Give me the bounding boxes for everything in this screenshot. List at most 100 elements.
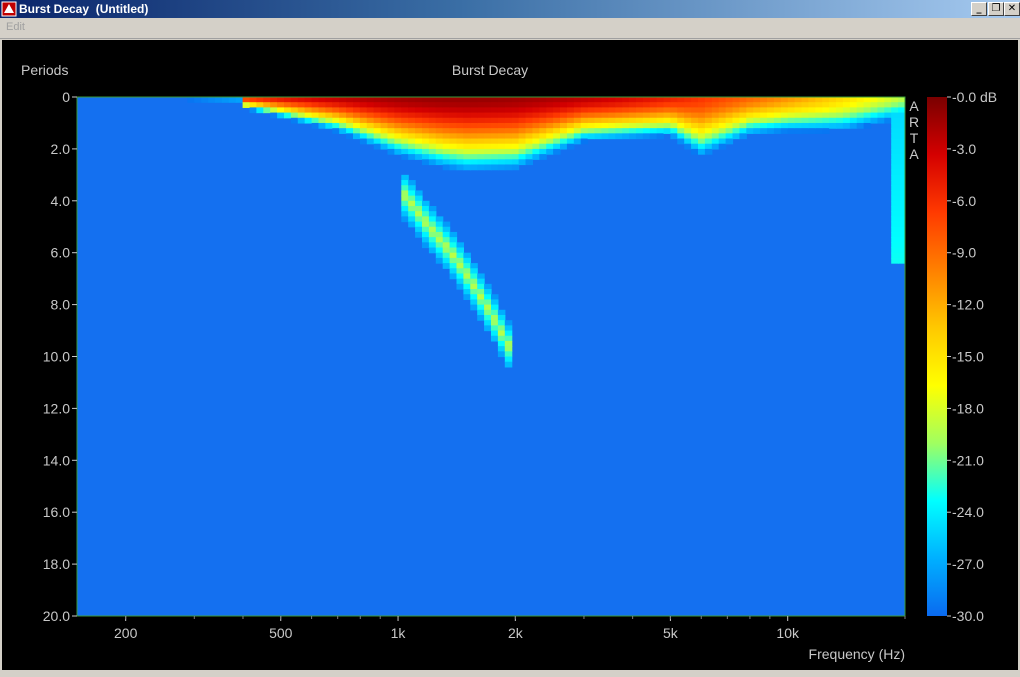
heatmap-cell bbox=[698, 107, 706, 114]
heatmap-cell bbox=[456, 263, 464, 269]
heatmap-cell bbox=[325, 112, 333, 119]
y-tick-label: 4.0 bbox=[51, 193, 71, 209]
heatmap-cell bbox=[449, 128, 458, 134]
heatmap-cell bbox=[698, 133, 706, 140]
heatmap-cell bbox=[691, 117, 699, 124]
heatmap-cell bbox=[394, 97, 402, 103]
heatmap-cell bbox=[470, 159, 478, 166]
heatmap-cell bbox=[532, 117, 540, 124]
heatmap-cell bbox=[629, 117, 637, 124]
heatmap-cell bbox=[891, 112, 899, 119]
heatmap-cell bbox=[553, 133, 561, 140]
heatmap-cell bbox=[477, 143, 485, 150]
heatmap-cell bbox=[891, 195, 899, 202]
heatmap-cell bbox=[732, 128, 740, 134]
heatmap-cell bbox=[691, 112, 699, 119]
heatmap-cell bbox=[677, 102, 685, 108]
heatmap-cell bbox=[649, 107, 658, 114]
heatmap-cell bbox=[491, 107, 499, 114]
heatmap-cell bbox=[773, 122, 782, 129]
heatmap-cell bbox=[477, 102, 485, 108]
heatmap-cell bbox=[629, 122, 637, 129]
heatmap-cell bbox=[773, 107, 782, 114]
heatmap-cell bbox=[504, 107, 513, 114]
heatmap-cell bbox=[815, 128, 823, 134]
heatmap-cell bbox=[401, 102, 409, 108]
heatmap-cell bbox=[504, 128, 513, 134]
close-button[interactable]: ✕ bbox=[1004, 2, 1020, 16]
heatmap-cell bbox=[787, 122, 796, 129]
heatmap-cell bbox=[449, 231, 458, 238]
heatmap-cell bbox=[435, 107, 444, 114]
heatmap-cell bbox=[442, 148, 451, 155]
heatmap-cell bbox=[767, 128, 775, 134]
heatmap-cell bbox=[739, 122, 747, 129]
heatmap-cell bbox=[470, 112, 478, 119]
heatmap-cell bbox=[898, 148, 905, 155]
heatmap-cell bbox=[477, 128, 485, 134]
heatmap-cell bbox=[511, 107, 520, 114]
heatmap-cell bbox=[208, 97, 216, 103]
heatmap-cell bbox=[891, 231, 899, 238]
heatmap-cell bbox=[842, 112, 851, 119]
menu-item-edit[interactable]: Edit bbox=[6, 21, 25, 33]
heatmap-cell bbox=[470, 143, 478, 150]
heatmap-cell bbox=[863, 97, 872, 103]
x-axis-label: Frequency (Hz) bbox=[809, 646, 905, 662]
heatmap-cell bbox=[497, 164, 506, 171]
heatmap-cell bbox=[422, 117, 430, 124]
maximize-button[interactable]: ❐ bbox=[988, 2, 1004, 16]
burst-decay-chart: Periods Burst Decay Frequency (Hz) 0 2.0 4… bbox=[21, 62, 997, 662]
heatmap-cell bbox=[497, 143, 506, 150]
heatmap-cell bbox=[428, 237, 437, 243]
heatmap-cell bbox=[815, 122, 823, 129]
heatmap-cell bbox=[470, 117, 478, 124]
heatmap-cell bbox=[290, 107, 299, 114]
heatmap-cell bbox=[525, 133, 533, 140]
heatmap-cell bbox=[463, 143, 471, 150]
heatmap-cell bbox=[856, 97, 865, 103]
heatmap-cell bbox=[746, 102, 754, 108]
heatmap-cell bbox=[346, 112, 354, 119]
heatmap-cell bbox=[353, 133, 361, 140]
heatmap-cell bbox=[898, 211, 905, 217]
heatmap-cell bbox=[332, 122, 340, 129]
heatmap-cell bbox=[787, 102, 796, 108]
heatmap-cell bbox=[863, 102, 872, 108]
heatmap-cell bbox=[304, 117, 313, 124]
heatmap-cell bbox=[339, 112, 347, 119]
heatmap-cell bbox=[366, 128, 375, 134]
heatmap-cell bbox=[539, 154, 547, 160]
heatmap-cell bbox=[677, 122, 685, 129]
heatmap-cell bbox=[704, 117, 713, 124]
heatmap-cell bbox=[898, 180, 905, 186]
heatmap-cell bbox=[470, 263, 478, 269]
heatmap-cell bbox=[532, 128, 540, 134]
heatmap-cell bbox=[463, 159, 471, 166]
heatmap-cell bbox=[511, 138, 520, 145]
heatmap-cell bbox=[491, 335, 499, 342]
heatmap-cell bbox=[787, 117, 796, 124]
heatmap-cell bbox=[842, 102, 851, 108]
heatmap-cell bbox=[297, 117, 306, 124]
heatmap-cell bbox=[456, 164, 464, 171]
heatmap-cell bbox=[401, 128, 409, 134]
heatmap-cell bbox=[780, 112, 789, 119]
heatmap-cell bbox=[580, 102, 589, 108]
heatmap-cell bbox=[491, 299, 499, 306]
heatmap-cell bbox=[394, 133, 402, 140]
heatmap-cell bbox=[711, 122, 720, 129]
heatmap-cell bbox=[456, 268, 464, 275]
heatmap-cell bbox=[891, 143, 899, 150]
heatmap-cell bbox=[366, 138, 375, 145]
heatmap-cell bbox=[532, 143, 540, 150]
heatmap-cell bbox=[435, 231, 444, 238]
heatmap-cell bbox=[415, 122, 423, 129]
heatmap-cell bbox=[442, 247, 451, 254]
minimize-button[interactable]: _ bbox=[971, 2, 987, 16]
title-bar[interactable]: Burst Decay (Untitled) _ ❐ ✕ bbox=[0, 0, 1020, 18]
heatmap-cell bbox=[408, 133, 416, 140]
heatmap-cell bbox=[898, 164, 905, 171]
heatmap-cell bbox=[449, 148, 458, 155]
heatmap-cell bbox=[608, 122, 616, 129]
